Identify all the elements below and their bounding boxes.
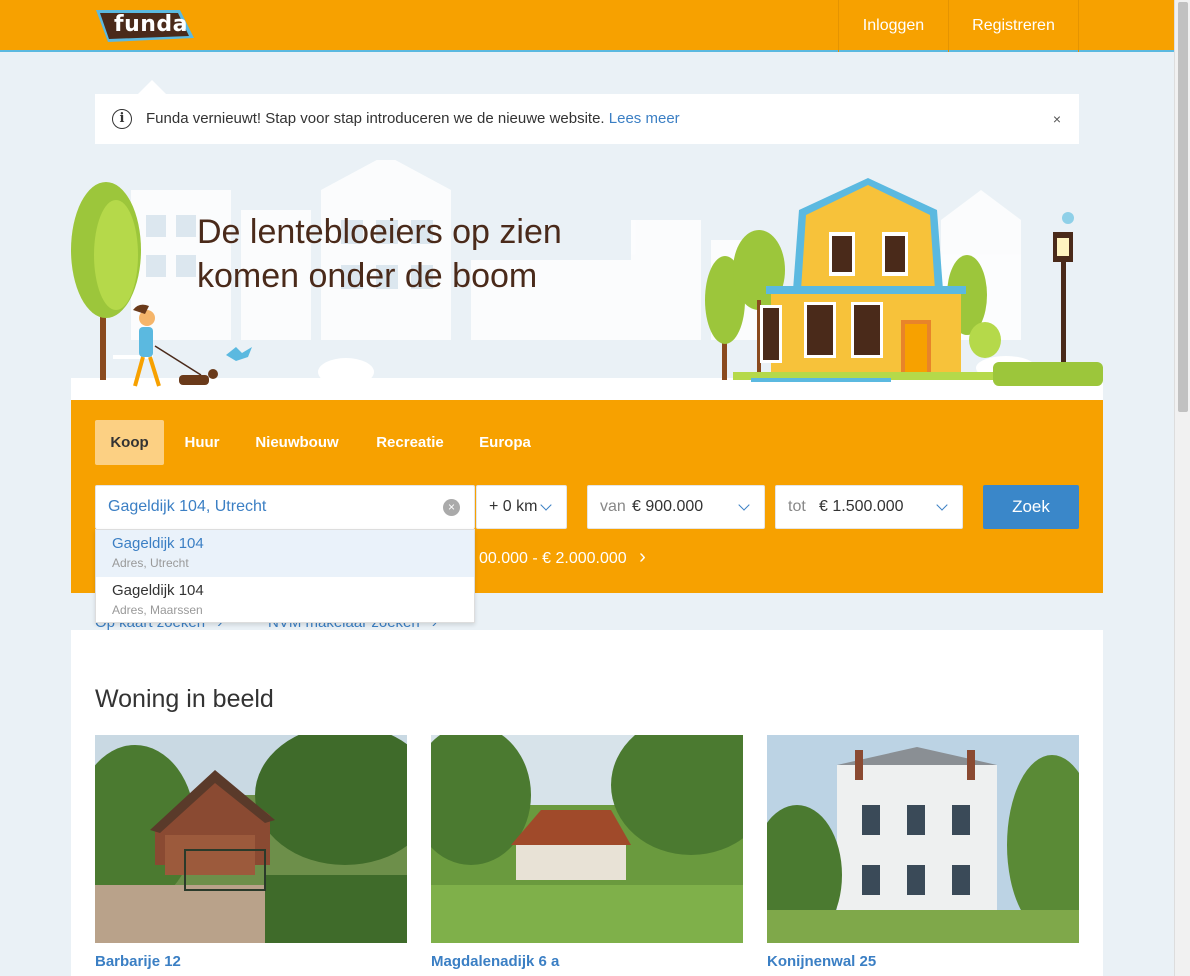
tab-koop[interactable]: Koop [95, 420, 164, 465]
chevron-down-icon [540, 499, 554, 513]
logo-text: funda [114, 12, 188, 37]
featured-section-title: Woning in beeld [95, 685, 274, 713]
property-photo[interactable] [411, 715, 771, 943]
recent-search-link[interactable]: 00.000 - € 2.000.000 › [479, 546, 646, 569]
autocomplete-item[interactable]: Gageldijk 104 Adres, Utrecht [96, 530, 474, 577]
property-card[interactable]: Magdalenadijk 6 a [411, 715, 771, 970]
property-card[interactable]: Konijnenwal 25 [752, 735, 1097, 970]
radius-select[interactable]: + 0 km [476, 485, 567, 529]
info-icon: i [112, 109, 132, 129]
min-price-select[interactable]: van € 900.000 [587, 485, 765, 529]
notice-message: Funda vernieuwt! Stap voor stap introduc… [146, 110, 605, 127]
property-photo[interactable] [75, 725, 435, 943]
min-price-value: € 900.000 [632, 498, 704, 515]
location-input-value[interactable]: Gageldijk 104, Utrecht [108, 498, 266, 516]
property-title[interactable]: Konijnenwal 25 [767, 953, 876, 970]
location-search-field[interactable]: Gageldijk 104, Utrecht × [95, 485, 475, 529]
hero-title-line-2: komen onder de boom [197, 257, 538, 295]
max-price-select[interactable]: tot € 1.500.000 [775, 485, 963, 529]
property-photo[interactable] [752, 735, 1097, 945]
hero-title-line-1: De lentebloeiers op zien [197, 213, 562, 251]
recent-search-text: 00.000 - € 2.000.000 [479, 550, 627, 567]
property-card[interactable]: Barbarije 12 [75, 725, 435, 970]
chevron-down-icon [738, 499, 752, 513]
page-scrollbar[interactable] [1174, 0, 1190, 976]
tab-huur[interactable]: Huur [172, 420, 232, 465]
notice-pointer [138, 80, 166, 94]
register-button[interactable]: Registreren [948, 0, 1079, 52]
autocomplete-item-title: Gageldijk 104 [112, 535, 204, 552]
close-icon[interactable]: × [1048, 109, 1066, 129]
tab-europa[interactable]: Europa [469, 420, 541, 465]
scrollbar-thumb[interactable] [1178, 2, 1188, 412]
hero-title: De lentebloeiers op zien komen onder de … [197, 210, 617, 298]
clear-icon[interactable]: × [443, 499, 460, 516]
autocomplete-item-subtitle: Adres, Maarssen [112, 603, 203, 617]
tab-nieuwbouw[interactable]: Nieuwbouw [244, 420, 350, 465]
autocomplete-item-title: Gageldijk 104 [112, 582, 204, 599]
max-price-value: € 1.500.000 [819, 498, 904, 515]
search-button[interactable]: Zoek [983, 485, 1079, 529]
property-title[interactable]: Barbarije 12 [95, 953, 181, 970]
autocomplete-dropdown: Gageldijk 104 Adres, Utrecht Gageldijk 1… [95, 529, 475, 623]
chevron-right-icon: › [639, 546, 646, 568]
property-title[interactable]: Magdalenadijk 6 a [431, 953, 559, 970]
tab-recreatie[interactable]: Recreatie [364, 420, 456, 465]
funda-logo[interactable]: funda [96, 8, 194, 44]
autocomplete-item-subtitle: Adres, Utrecht [112, 556, 189, 570]
read-more-link[interactable]: Lees meer [609, 110, 680, 127]
notice-text: Funda vernieuwt! Stap voor stap introduc… [146, 110, 680, 127]
min-price-label: van [600, 498, 626, 515]
autocomplete-item[interactable]: Gageldijk 104 Adres, Maarssen [96, 577, 474, 624]
chevron-down-icon [936, 499, 950, 513]
radius-value: + 0 km [489, 498, 538, 515]
login-button[interactable]: Inloggen [838, 0, 948, 52]
top-navigation-bar: funda Inloggen Registreren [0, 0, 1174, 52]
notice-banner: i Funda vernieuwt! Stap voor stap introd… [95, 94, 1079, 144]
max-price-label: tot [788, 498, 806, 515]
